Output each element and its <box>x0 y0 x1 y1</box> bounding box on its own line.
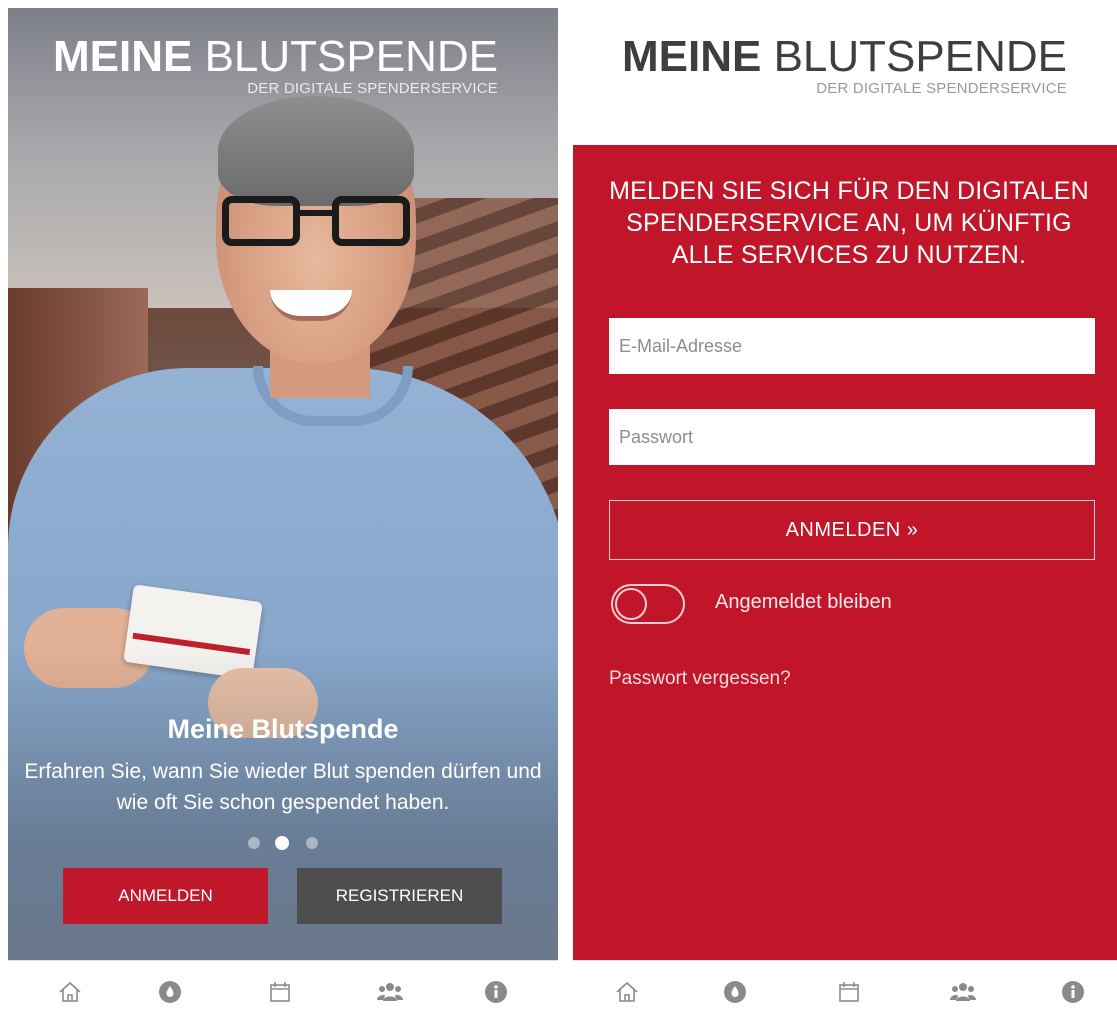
bottom-nav <box>573 960 1117 1019</box>
stay-logged-in-toggle[interactable] <box>611 584 685 624</box>
app-logo: MEINE BLUTSPENDE DER DIGITALE SPENDERSER… <box>53 34 498 98</box>
headline-line-3: ALLE SERVICES ZU NUTZEN. <box>671 241 1027 269</box>
calendar-icon <box>270 982 290 1002</box>
slide-text-line-2: wie oft Sie schon gespendet haben. <box>116 791 450 814</box>
blood-drop-icon <box>724 981 746 1003</box>
logo-light: BLUTSPENDE <box>773 32 1067 81</box>
slide-text: Erfahren Sie, wann Sie wieder Blut spend… <box>8 756 558 818</box>
calendar-icon <box>839 982 859 1002</box>
bottom-nav <box>8 960 558 1019</box>
headline-line-1: MELDEN SIE SICH FÜR DEN DIGITALEN <box>609 177 1089 205</box>
blood-drop-icon <box>159 981 181 1003</box>
password-field[interactable] <box>609 409 1095 465</box>
nav-info[interactable] <box>476 975 516 1009</box>
info-icon <box>485 981 507 1003</box>
forgot-password-link[interactable]: Passwort vergessen? <box>609 668 791 690</box>
nav-donation[interactable] <box>150 975 190 1009</box>
carousel-dot-active[interactable] <box>275 836 289 850</box>
home-icon <box>59 981 81 1002</box>
nav-donation[interactable] <box>715 975 755 1009</box>
logo-bold: MEINE <box>52 32 193 81</box>
home-icon <box>616 981 638 1002</box>
logo-bold: MEINE <box>621 32 762 81</box>
login-panel: MELDEN SIE SICH FÜR DEN DIGITALEN SPENDE… <box>573 145 1117 960</box>
nav-community[interactable] <box>943 975 983 1009</box>
toggle-knob <box>615 588 647 620</box>
logo-subtitle: DER DIGITALE SPENDERSERVICE <box>247 80 498 97</box>
app-logo: MEINE BLUTSPENDE DER DIGITALE SPENDERSER… <box>622 34 1067 98</box>
carousel-indicator <box>248 835 328 850</box>
users-icon <box>377 983 403 1001</box>
nav-appointments[interactable] <box>829 975 869 1009</box>
welcome-screen: MEINE BLUTSPENDE DER DIGITALE SPENDERSER… <box>8 0 558 1019</box>
slide-title: Meine Blutspende <box>167 714 399 744</box>
login-headline: MELDEN SIE SICH FÜR DEN DIGITALEN SPENDE… <box>589 175 1109 271</box>
carousel-dot[interactable] <box>306 837 318 849</box>
nav-community[interactable] <box>370 975 410 1009</box>
nav-appointments[interactable] <box>260 975 300 1009</box>
stay-logged-in-label[interactable]: Angemeldet bleiben <box>715 591 892 614</box>
register-button[interactable]: REGISTRIEREN <box>297 868 502 924</box>
login-screen: MEINE BLUTSPENDE DER DIGITALE SPENDERSER… <box>573 0 1117 1019</box>
email-field[interactable] <box>609 318 1095 374</box>
login-button[interactable]: ANMELDEN <box>63 868 268 924</box>
slide-text-line-1: Erfahren Sie, wann Sie wieder Blut spend… <box>24 760 542 783</box>
info-icon <box>1062 981 1084 1003</box>
users-icon <box>950 983 976 1001</box>
nav-home[interactable] <box>50 975 90 1009</box>
nav-info[interactable] <box>1053 975 1093 1009</box>
logo-subtitle: DER DIGITALE SPENDERSERVICE <box>816 80 1067 97</box>
logo-light: BLUTSPENDE <box>204 32 498 81</box>
submit-login-button[interactable]: ANMELDEN » <box>609 500 1095 560</box>
nav-home[interactable] <box>607 975 647 1009</box>
carousel-dot[interactable] <box>248 837 260 849</box>
headline-line-2: SPENDERSERVICE AN, UM KÜNFTIG <box>626 209 1072 237</box>
